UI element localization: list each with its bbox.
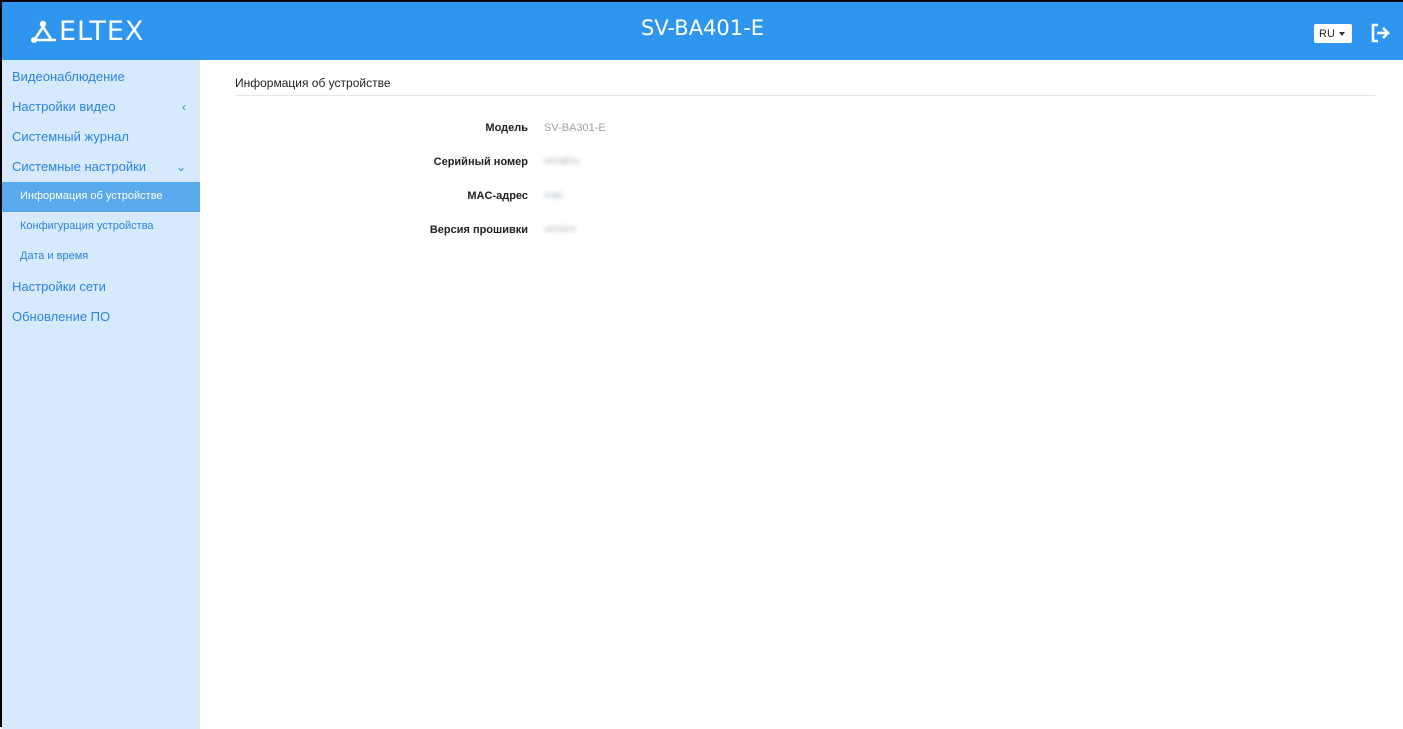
info-value: serialno [544,156,580,167]
info-row-model: Модель SV-BA301-E [235,122,835,156]
chevron-left-icon: ‹ [182,100,186,114]
info-label: MAC-адрес [467,190,528,202]
app-window: ELTEX SV-BA401-E RU Видеонаблюдение Наст… [0,0,1403,729]
sidebar-item-label: Системный журнал [12,129,129,144]
sidebar-item-label: Настройки видео [12,99,116,114]
sidebar-subitem-device-config[interactable]: Конфигурация устройства [2,212,200,242]
chevron-down-icon: ⌄ [175,160,186,174]
sidebar: Видеонаблюдение Настройки видео ‹ Систем… [2,60,200,729]
device-info-table: Модель SV-BA301-E Серийный номер serialn… [235,122,835,258]
sidebar-item-firmware-update[interactable]: Обновление ПО [2,302,200,332]
info-value: SV-BA301-E [544,122,606,134]
sidebar-subitem-label: Информация об устройстве [20,190,163,202]
sidebar-subitem-label: Дата и время [20,250,89,262]
page-title: Информация об устройстве [235,60,1375,96]
sidebar-item-label: Обновление ПО [12,309,111,324]
info-value: mac [544,190,563,201]
sidebar-item-label: Настройки сети [12,279,106,294]
device-title: SV-BA401-E [641,16,764,40]
sidebar-nav: Видеонаблюдение Настройки видео ‹ Систем… [2,62,200,332]
info-row-firmware: Версия прошивки version [235,224,835,258]
caret-down-icon [1339,32,1345,36]
info-row-serial: Серийный номер serialno [235,156,835,190]
info-row-mac: MAC-адрес mac [235,190,835,224]
language-value: RU [1319,27,1335,40]
logout-icon[interactable] [1369,22,1391,44]
sidebar-item-system-log[interactable]: Системный журнал [2,122,200,152]
sidebar-item-label: Системные настройки [12,159,147,174]
info-label: Модель [485,122,528,134]
language-select[interactable]: RU [1314,24,1352,43]
top-bar: ELTEX SV-BA401-E RU [2,2,1403,60]
info-label: Серийный номер [433,156,528,168]
sidebar-item-network-settings[interactable]: Настройки сети [2,272,200,302]
sidebar-item-label: Видеонаблюдение [12,69,125,84]
sidebar-subitem-device-info[interactable]: Информация об устройстве [2,182,200,212]
info-label: Версия прошивки [429,224,528,236]
info-value: version [544,224,577,235]
main-content: Информация об устройстве Модель SV-BA301… [235,60,1375,236]
sidebar-subitem-date-time[interactable]: Дата и время [2,242,200,272]
sidebar-item-system-settings[interactable]: Системные настройки ⌄ [2,152,200,182]
sidebar-subitem-label: Конфигурация устройства [20,220,154,232]
sidebar-item-video-surveillance[interactable]: Видеонаблюдение [2,62,200,92]
sidebar-item-video-settings[interactable]: Настройки видео ‹ [2,92,200,122]
